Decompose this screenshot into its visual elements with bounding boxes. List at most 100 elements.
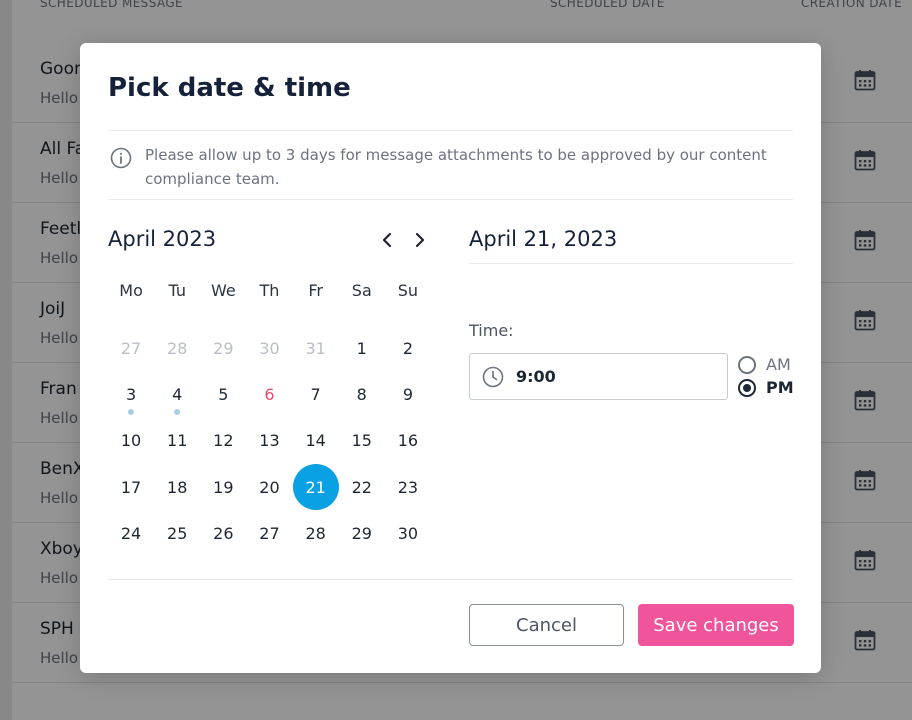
calendar-day[interactable]: 27 bbox=[246, 510, 292, 556]
day-number: 7 bbox=[310, 384, 321, 404]
calendar-day[interactable]: 27 bbox=[108, 325, 154, 371]
day-number: 18 bbox=[167, 477, 188, 497]
calendar-day[interactable]: 28 bbox=[154, 325, 200, 371]
day-number: 1 bbox=[356, 338, 367, 358]
scheduled-indicator-dot bbox=[128, 408, 135, 415]
day-number: 17 bbox=[120, 477, 142, 497]
modal-title: Pick date & time bbox=[108, 73, 351, 103]
day-number: 16 bbox=[397, 431, 419, 451]
weekday-label: Sa bbox=[351, 281, 372, 300]
calendar-week-row: 27 28 29 30 31 1 2 bbox=[108, 325, 431, 371]
title-divider bbox=[108, 130, 793, 131]
info-circle-icon bbox=[110, 147, 132, 169]
day-number: 28 bbox=[305, 523, 326, 543]
calendar-day[interactable]: 26 bbox=[200, 510, 246, 556]
am-label: AM bbox=[766, 355, 791, 374]
scheduled-indicator-dot bbox=[174, 408, 181, 415]
pm-radio-circle bbox=[738, 379, 756, 397]
weekday-label: Tu bbox=[168, 281, 186, 300]
pick-date-time-modal: Pick date & time Please allow up to 3 da… bbox=[80, 43, 821, 673]
day-number: 23 bbox=[397, 477, 419, 497]
selected-date-label: April 21, 2023 bbox=[469, 227, 618, 251]
day-number: 20 bbox=[259, 477, 280, 497]
calendar-week-row: 24 25 26 27 28 29 30 bbox=[108, 510, 431, 556]
day-number: 29 bbox=[351, 523, 372, 543]
calendar-day[interactable]: 7 bbox=[293, 371, 339, 417]
day-number: 26 bbox=[213, 523, 234, 543]
calendar-day[interactable]: 18 bbox=[154, 464, 200, 510]
calendar-week-row: 10 11 12 13 14 15 16 bbox=[108, 418, 431, 464]
calendar-day[interactable]: 23 bbox=[385, 464, 431, 510]
day-number: 28 bbox=[167, 338, 188, 358]
calendar-day[interactable]: 10 bbox=[108, 418, 154, 464]
calendar-month-label: April 2023 bbox=[108, 227, 217, 251]
calendar-day[interactable]: 20 bbox=[246, 464, 292, 510]
clock-icon bbox=[482, 366, 504, 388]
day-number: 31 bbox=[305, 338, 326, 358]
day-number: 6 bbox=[264, 384, 275, 404]
date-divider bbox=[469, 263, 793, 264]
am-radio[interactable]: AM bbox=[738, 354, 828, 376]
chevron-right-icon[interactable] bbox=[410, 229, 430, 251]
calendar-day[interactable]: 6 bbox=[246, 371, 292, 417]
pm-radio[interactable]: PM bbox=[738, 377, 828, 399]
calendar-day[interactable]: 31 bbox=[293, 325, 339, 371]
day-number: 12 bbox=[213, 431, 234, 451]
day-number: 14 bbox=[305, 431, 326, 451]
day-number: 24 bbox=[120, 523, 142, 543]
calendar-day[interactable]: 11 bbox=[154, 418, 200, 464]
notice-divider bbox=[108, 199, 793, 200]
calendar-day[interactable]: 4 bbox=[154, 371, 200, 417]
chevron-left-icon[interactable] bbox=[377, 229, 397, 251]
calendar-day[interactable]: 30 bbox=[246, 325, 292, 371]
calendar-day[interactable]: 28 bbox=[293, 510, 339, 556]
calendar-day[interactable]: 13 bbox=[246, 418, 292, 464]
day-number: 21 bbox=[292, 464, 339, 511]
calendar-day[interactable]: 30 bbox=[385, 510, 431, 556]
day-number: 30 bbox=[259, 338, 280, 358]
day-number: 13 bbox=[259, 431, 280, 451]
weekday-header-row: Mo Tu We Th Fr Sa Su bbox=[108, 279, 431, 325]
day-number: 29 bbox=[213, 338, 234, 358]
day-number: 27 bbox=[259, 523, 280, 543]
calendar-day[interactable]: 15 bbox=[339, 418, 385, 464]
day-number: 10 bbox=[120, 431, 142, 451]
calendar-day[interactable]: 5 bbox=[200, 371, 246, 417]
calendar-day[interactable]: 3 bbox=[108, 371, 154, 417]
time-value: 9:00 bbox=[516, 367, 556, 386]
calendar-day[interactable]: 12 bbox=[200, 418, 246, 464]
calendar-day[interactable]: 25 bbox=[154, 510, 200, 556]
calendar-day[interactable]: 9 bbox=[385, 371, 431, 417]
day-number: 11 bbox=[167, 431, 188, 451]
day-number: 27 bbox=[120, 338, 142, 358]
calendar-day[interactable]: 16 bbox=[385, 418, 431, 464]
calendar-day[interactable]: 17 bbox=[108, 464, 154, 510]
calendar-day[interactable]: 2 bbox=[385, 325, 431, 371]
calendar-day[interactable]: 29 bbox=[339, 510, 385, 556]
day-number: 19 bbox=[213, 477, 234, 497]
day-number: 22 bbox=[351, 477, 372, 497]
cancel-button[interactable]: Cancel bbox=[469, 604, 624, 646]
day-number: 8 bbox=[356, 384, 367, 404]
day-number: 25 bbox=[167, 523, 188, 543]
calendar-grid: Mo Tu We Th Fr Sa Su 27 28 29 30 31 1 2 3 4 5 6 7 8 9 10 11 12… bbox=[108, 279, 431, 556]
calendar-day[interactable]: 29 bbox=[200, 325, 246, 371]
calendar-day[interactable]: 8 bbox=[339, 371, 385, 417]
attachment-approval-notice: Please allow up to 3 days for message at… bbox=[145, 146, 767, 188]
time-input[interactable]: 9:00 bbox=[469, 353, 728, 400]
weekday-label: Su bbox=[397, 281, 419, 300]
weekday-label: Fr bbox=[308, 281, 323, 300]
day-number: 9 bbox=[402, 384, 413, 404]
day-number: 5 bbox=[218, 384, 229, 404]
calendar-day[interactable]: 14 bbox=[293, 418, 339, 464]
save-changes-button[interactable]: Save changes bbox=[638, 604, 794, 646]
calendar-day[interactable]: 24 bbox=[108, 510, 154, 556]
am-radio-circle bbox=[738, 356, 756, 374]
calendar-day-selected[interactable]: 21 bbox=[292, 464, 339, 511]
calendar-day[interactable]: 1 bbox=[339, 325, 385, 371]
pm-label: PM bbox=[766, 378, 794, 397]
calendar-day[interactable]: 19 bbox=[200, 464, 246, 510]
weekday-label: Mo bbox=[119, 281, 143, 300]
calendar-day[interactable]: 22 bbox=[339, 464, 385, 510]
footer-divider bbox=[108, 579, 793, 580]
